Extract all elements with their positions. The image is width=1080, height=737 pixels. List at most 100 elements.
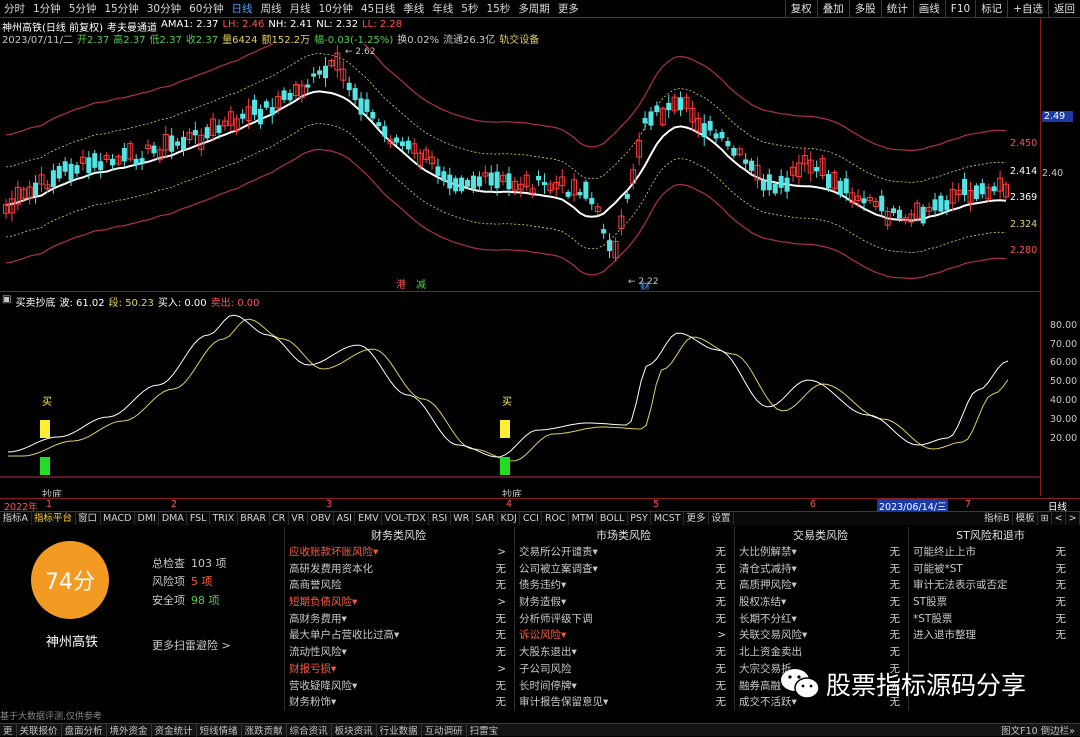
period-tab[interactable]: 更多 xyxy=(554,0,583,18)
indicator-tab[interactable]: ROC xyxy=(542,512,570,525)
period-tab[interactable]: 多周期 xyxy=(514,0,554,18)
status-left[interactable]: 更 xyxy=(0,723,16,737)
status-tab[interactable]: 板块资讯 xyxy=(330,723,376,737)
indicator-tab[interactable]: TRIX xyxy=(210,512,238,525)
risk-item[interactable]: 关联交易风险▾ 无 xyxy=(735,627,906,644)
indicator-tab[interactable]: MACD xyxy=(101,512,136,525)
risk-item[interactable]: 高质押风险▾ 无 xyxy=(735,577,906,594)
quote-sector[interactable]: 轨交设备 xyxy=(499,31,539,46)
risk-item[interactable]: 可能终止上市 无 xyxy=(909,544,1072,561)
indicator-tab[interactable]: 指标A xyxy=(0,512,32,525)
period-tab[interactable]: 季线 xyxy=(399,0,428,18)
risk-item[interactable]: 流动性风险▾ 无 xyxy=(285,644,512,661)
risk-item[interactable]: 诉讼风险▾ > xyxy=(515,627,732,644)
toolbar-button[interactable]: 多股 xyxy=(848,0,881,18)
risk-item[interactable]: 长期不分红▾ 无 xyxy=(735,611,906,628)
period-tab[interactable]: 5秒 xyxy=(457,0,482,18)
indicator-name[interactable]: 考夫曼通道 xyxy=(107,19,157,34)
period-tab[interactable]: 45日线 xyxy=(357,0,399,18)
indicator-tab[interactable]: WR xyxy=(451,512,473,525)
risk-item[interactable]: 财务造假▾ 无 xyxy=(515,594,732,611)
risk-item[interactable]: 分析师评级下调 无 xyxy=(515,611,732,628)
risk-item[interactable]: 大比例解禁▾ 无 xyxy=(735,544,906,561)
indicator-tab[interactable]: 窗口 xyxy=(76,512,101,525)
risk-item[interactable]: 高研发费用资本化 无 xyxy=(285,561,512,578)
risk-item[interactable]: 财务粉饰▾ 无 xyxy=(285,694,512,711)
risk-item[interactable]: 清仓式减持▾ 无 xyxy=(735,561,906,578)
period-tab[interactable]: 年线 xyxy=(428,0,457,18)
indicator-tab[interactable]: KDJ xyxy=(498,512,521,525)
indicator-tab-control[interactable]: < xyxy=(1052,512,1067,525)
indicator-tab[interactable]: CR xyxy=(270,512,289,525)
risk-item[interactable]: 公司被立案调查▾ 无 xyxy=(515,561,732,578)
indicator-tab[interactable]: VOL-TDX xyxy=(382,512,430,525)
period-tab[interactable]: 1分钟 xyxy=(29,0,65,18)
risk-item[interactable]: 可能被*ST 无 xyxy=(909,561,1072,578)
event-marker-hk[interactable]: 港 xyxy=(396,279,406,290)
risk-item[interactable]: 交易所公开谴责▾ 无 xyxy=(515,544,732,561)
event-marker-finance[interactable]: 财 xyxy=(640,280,650,290)
more-scan-link[interactable]: 更多扫雷避险 > xyxy=(152,637,231,653)
status-tab[interactable]: 盘面分析 xyxy=(60,723,106,737)
risk-item[interactable]: 高商誉风险 无 xyxy=(285,577,512,594)
risk-item[interactable]: 债务违约▾ 无 xyxy=(515,577,732,594)
status-tab[interactable]: 短线情绪 xyxy=(195,723,241,737)
indicator-tab[interactable]: 更多 xyxy=(684,512,710,525)
indicator-tab[interactable]: FSL xyxy=(187,512,210,525)
toolbar-button[interactable]: 统计 xyxy=(880,0,913,18)
oscillator-chart[interactable]: 买抄底 买抄底 xyxy=(0,305,1040,497)
indicator-tab[interactable]: BOLL xyxy=(597,512,628,525)
risk-item[interactable]: 进入退市整理 无 xyxy=(909,627,1072,644)
indicator-tab-control[interactable]: 指标B xyxy=(982,512,1014,525)
indicator-tab-control[interactable]: ⊞ xyxy=(1038,512,1053,525)
period-tab[interactable]: 月线 xyxy=(286,0,315,18)
toolbar-button[interactable]: +自选 xyxy=(1007,0,1048,18)
toolbar-button[interactable]: 返回 xyxy=(1048,0,1080,18)
indicator-tab[interactable]: ASI xyxy=(334,512,356,525)
indicator-tab[interactable]: BRAR xyxy=(238,512,270,525)
indicator-tab[interactable]: MTM xyxy=(569,512,598,525)
risk-item[interactable]: 股权冻结▾ 无 xyxy=(735,594,906,611)
period-tab[interactable]: 15秒 xyxy=(482,0,514,18)
toolbar-button[interactable]: 叠加 xyxy=(816,0,849,18)
risk-item[interactable]: 高财务费用▾ 无 xyxy=(285,611,512,628)
indicator-tab[interactable]: RSI xyxy=(429,512,451,525)
toolbar-button[interactable]: F10 xyxy=(944,0,975,18)
period-tab[interactable]: 周线 xyxy=(257,0,286,18)
indicator-tab-control[interactable]: > xyxy=(1066,512,1080,525)
risk-item[interactable]: ST股票 无 xyxy=(909,594,1072,611)
indicator-tab[interactable]: MCST xyxy=(651,512,685,525)
risk-item[interactable]: 审计报告保留意见▾ 无 xyxy=(515,694,732,711)
indicator-tab[interactable]: VR xyxy=(289,512,308,525)
status-tab[interactable]: 涨跌贡献 xyxy=(240,723,286,737)
indicator-tab[interactable]: DMA xyxy=(159,512,188,525)
risk-item[interactable]: 大股东退出▾ 无 xyxy=(515,644,732,661)
risk-item[interactable]: 短期负债风险▾ > xyxy=(285,594,512,611)
risk-item[interactable]: 营收疑降风险▾ 无 xyxy=(285,678,512,695)
toolbar-button[interactable]: 标记 xyxy=(975,0,1007,18)
indicator-tab[interactable]: OBV xyxy=(308,512,335,525)
status-tab[interactable]: 综合资讯 xyxy=(285,723,331,737)
risk-item[interactable]: 应收账款坏账风险▾ > xyxy=(285,544,512,561)
risk-item[interactable]: 长时间停牌▾ 无 xyxy=(515,678,732,695)
status-tab[interactable]: 资金统计 xyxy=(150,723,196,737)
period-tab[interactable]: 日线 xyxy=(228,0,257,18)
event-marker-reduce[interactable]: 减 xyxy=(416,279,426,290)
indicator-tab[interactable]: DMI xyxy=(135,512,160,525)
period-tab[interactable]: 30分钟 xyxy=(143,0,185,18)
period-tab[interactable]: 15分钟 xyxy=(100,0,142,18)
risk-item[interactable]: 北上资金卖出 无 xyxy=(735,644,906,661)
risk-score-badge[interactable]: 74分 xyxy=(31,541,109,619)
period-tab[interactable]: 10分钟 xyxy=(315,0,357,18)
risk-item[interactable]: 最大单户占营收比过高▾ 无 xyxy=(285,627,512,644)
price-chart[interactable]: ← 2.62← 2.22港减财 xyxy=(0,44,1040,290)
indicator-tab-control[interactable]: 模板 xyxy=(1013,512,1039,525)
status-tab[interactable]: 境外资金 xyxy=(105,723,151,737)
indicator-tab[interactable]: PSY xyxy=(628,512,652,525)
status-tab[interactable]: 互动调研 xyxy=(420,723,466,737)
indicator-tab[interactable]: 设置 xyxy=(709,512,735,525)
risk-item[interactable]: 财报亏损▾ > xyxy=(285,661,512,678)
risk-item[interactable]: *ST股票 无 xyxy=(909,611,1072,628)
toolbar-button[interactable]: 复权 xyxy=(784,0,817,18)
status-tab[interactable]: 行业数据 xyxy=(375,723,421,737)
